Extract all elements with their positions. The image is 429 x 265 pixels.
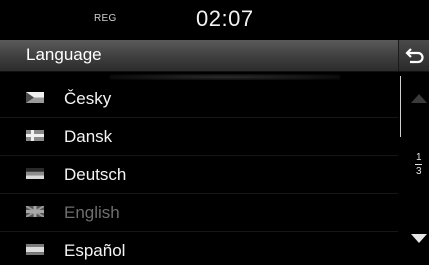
language-item-deutsch[interactable]: Deutsch <box>0 156 398 194</box>
spanish-flag-icon <box>26 244 44 255</box>
page-title: Language <box>26 45 102 64</box>
language-item-cesky[interactable]: Česky <box>0 80 398 118</box>
uk-flag-icon <box>26 206 44 217</box>
back-button[interactable] <box>398 40 429 71</box>
german-flag-icon <box>26 168 44 179</box>
scroll-down-icon[interactable] <box>411 234 427 243</box>
back-arrow-icon <box>405 48 424 64</box>
page-total: 3 <box>416 166 422 177</box>
scroll-up-icon[interactable] <box>411 94 427 103</box>
language-label: Español <box>64 241 126 260</box>
language-item-english[interactable]: English <box>0 194 398 232</box>
page-current: 1 <box>416 152 422 163</box>
status-bar: REG 02:07 <box>0 0 429 38</box>
page-separator <box>415 164 422 165</box>
scrollbar[interactable] <box>400 76 401 137</box>
language-item-dansk[interactable]: Dansk <box>0 118 398 156</box>
language-list: Česky Dansk Deutsch English Español <box>0 72 398 265</box>
language-label: Deutsch <box>64 165 127 184</box>
title-bar: Language <box>0 40 429 72</box>
language-label: English <box>64 203 120 222</box>
clock: 02:07 <box>196 6 254 31</box>
reg-indicator: REG <box>94 13 117 24</box>
language-label: Česky <box>64 89 112 108</box>
czech-flag-icon <box>26 92 44 103</box>
language-label: Dansk <box>64 127 113 146</box>
scroll-column <box>398 72 429 265</box>
language-item-espanol[interactable]: Español <box>0 232 398 265</box>
language-screen: REG 02:07 Language Česky Dansk Deutsch E… <box>0 0 429 265</box>
danish-flag-icon <box>26 130 44 141</box>
